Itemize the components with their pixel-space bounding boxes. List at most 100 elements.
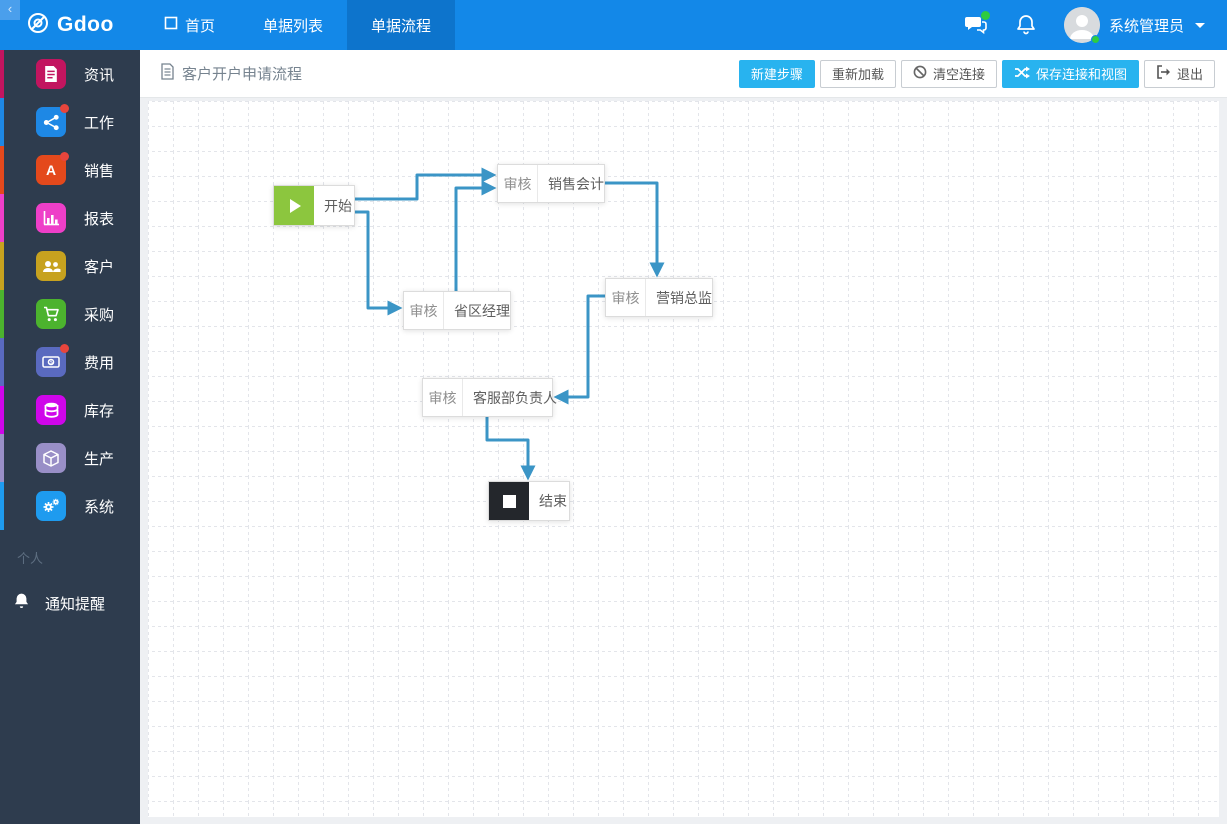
start-icon <box>274 186 314 225</box>
notification-dot <box>60 152 69 161</box>
tab-home-label: 首页 <box>185 17 216 35</box>
node-label: 结束 <box>539 493 567 509</box>
brand[interactable]: Gdoo <box>0 0 140 50</box>
node-label: 营销总监 <box>656 289 712 306</box>
database-icon <box>36 395 66 425</box>
cart-icon <box>36 299 66 329</box>
clear-links-button[interactable]: 清空连接 <box>900 59 997 88</box>
sidebar-item-work[interactable]: 工作 <box>0 98 140 146</box>
sidebar-item-label: 系统 <box>84 498 115 516</box>
main-content: 客户开户申请流程 新建步骤 重新加载 清空连接 保存连接和视图 退出 开始 审核 销售会计审… <box>140 50 1227 824</box>
item-color-strip <box>0 482 4 530</box>
flow-node-end[interactable]: 结束 <box>488 481 570 521</box>
item-color-strip <box>0 434 4 482</box>
sidebar-item-expense[interactable]: $ 费用 <box>0 338 140 386</box>
node-label: 客服部负责人 <box>473 389 557 406</box>
flow-node-step-1[interactable]: 审核 销售会计 <box>497 164 605 203</box>
item-color-strip <box>0 98 4 146</box>
online-dot <box>1090 35 1100 44</box>
sidebar-item-purchase[interactable]: 采购 <box>0 290 140 338</box>
item-color-strip <box>0 242 4 290</box>
save-view-button[interactable]: 保存连接和视图 <box>1001 59 1139 88</box>
user-menu[interactable]: 系统管理员 <box>1063 7 1205 44</box>
tab-bill-flow[interactable]: 单据流程 <box>347 0 456 50</box>
sidebar-item-label: 通知提醒 <box>45 595 106 613</box>
chevron-down-icon <box>1195 22 1205 28</box>
node-action-label: 审核 <box>606 279 646 316</box>
nav-tabs: 首页 单据列表 单据流程 <box>140 0 456 50</box>
cube-icon <box>36 443 66 473</box>
node-action-label: 审核 <box>404 292 444 329</box>
sidebar-item-sales[interactable]: A 销售 <box>0 146 140 194</box>
item-color-strip <box>0 194 4 242</box>
gdoo-logo-icon <box>26 11 50 40</box>
flow-node-step-2[interactable]: 审核 省区经理 <box>403 291 511 330</box>
sidebar: 资讯工作 A 销售报表客户采购 $ 费用库存生产系统 个人 通知提醒 <box>0 50 140 824</box>
tab-bill-list[interactable]: 单据列表 <box>239 0 347 50</box>
sidebar-collapse-button[interactable]: ‹ <box>0 0 20 20</box>
sidebar-item-system[interactable]: 系统 <box>0 482 140 530</box>
bell-icon[interactable] <box>1014 13 1038 37</box>
reload-button[interactable]: 重新加载 <box>819 59 896 88</box>
user-name: 系统管理员 <box>1108 17 1184 35</box>
avatar <box>1063 7 1100 44</box>
chat-icon[interactable] <box>964 11 990 37</box>
sidebar-item-label: 销售 <box>84 162 115 180</box>
button-label: 清空连接 <box>932 67 985 82</box>
sidebar-item-news[interactable]: 资讯 <box>0 50 140 98</box>
item-color-strip <box>0 290 4 338</box>
button-label: 退出 <box>1176 67 1203 82</box>
item-color-strip <box>0 386 4 434</box>
node-action-label: 审核 <box>423 379 463 416</box>
flow-node-start[interactable]: 开始 <box>273 185 355 226</box>
sales-a-icon: A <box>36 152 69 185</box>
sidebar-item-label: 库存 <box>84 402 115 420</box>
sidebar-item-label: 工作 <box>84 114 115 132</box>
flow-canvas[interactable]: 开始 审核 销售会计 审核 省区经理 审核 营销总监 审核 客服部负责人 结束 <box>148 101 1219 817</box>
page-title-text: 客户开户申请流程 <box>182 66 303 83</box>
home-icon <box>164 16 178 34</box>
tab-bill-list-label: 单据列表 <box>263 17 324 35</box>
tab-home[interactable]: 首页 <box>140 0 239 50</box>
button-label: 新建步骤 <box>750 67 803 82</box>
sidebar-item-produce[interactable]: 生产 <box>0 434 140 482</box>
toolbar-buttons: 新建步骤 重新加载 清空连接 保存连接和视图 退出 <box>738 59 1215 88</box>
sidebar-item-customer[interactable]: 客户 <box>0 242 140 290</box>
exit-button[interactable]: 退出 <box>1143 59 1215 88</box>
sidebar-item-label: 生产 <box>84 450 115 468</box>
toolbar: 客户开户申请流程 新建步骤 重新加载 清空连接 保存连接和视图 退出 <box>140 50 1227 98</box>
button-label: 保存连接和视图 <box>1035 67 1127 82</box>
file-text-icon <box>160 63 175 84</box>
money-icon: $ <box>36 344 69 377</box>
new-step-button[interactable]: 新建步骤 <box>738 59 815 88</box>
sidebar-item-report[interactable]: 报表 <box>0 194 140 242</box>
node-label: 开始 <box>324 197 352 214</box>
sidebar-item-stock[interactable]: 库存 <box>0 386 140 434</box>
flow-node-step-3[interactable]: 审核 营销总监 <box>605 278 713 317</box>
sidebar-section-label: 个人 <box>17 551 44 566</box>
end-icon <box>489 482 529 520</box>
page-title: 客户开户申请流程 <box>160 63 302 84</box>
item-color-strip <box>0 50 4 98</box>
sidebar-item-notifications[interactable]: 通知提醒 <box>0 583 140 623</box>
sidebar-item-label: 资讯 <box>84 66 115 84</box>
sidebar-item-label: 费用 <box>84 354 115 372</box>
shuffle-icon <box>1014 66 1030 82</box>
users-icon <box>36 251 66 281</box>
flow-node-step-4[interactable]: 审核 客服部负责人 <box>422 378 557 417</box>
gears-icon <box>36 491 66 521</box>
logout-icon <box>1156 65 1171 82</box>
node-action-label: 审核 <box>498 165 538 202</box>
node-label: 销售会计 <box>548 175 604 192</box>
bar-chart-icon <box>36 203 66 233</box>
chat-unread-dot <box>980 11 990 20</box>
item-color-strip <box>0 338 4 386</box>
brand-name: Gdoo <box>57 13 114 36</box>
svg-text:A: A <box>46 162 56 178</box>
button-label: 重新加载 <box>831 67 884 82</box>
ban-icon <box>913 65 927 82</box>
notification-dot <box>60 344 69 353</box>
item-color-strip <box>0 146 4 194</box>
notification-dot <box>60 104 69 113</box>
sidebar-item-label: 客户 <box>84 258 115 276</box>
